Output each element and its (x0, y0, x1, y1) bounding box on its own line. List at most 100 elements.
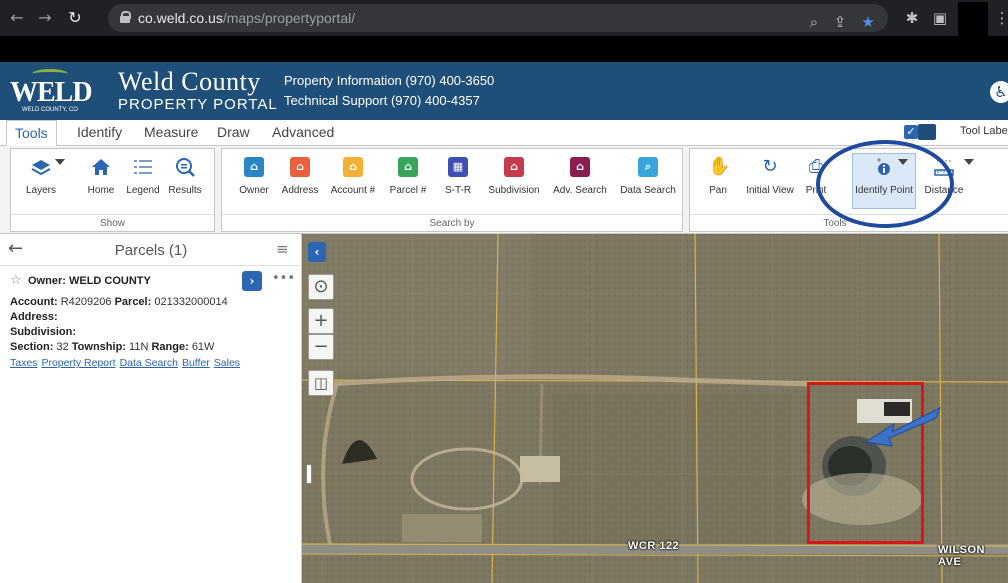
layers-label: Layers (25, 185, 56, 196)
tool-labels-checkbox[interactable]: ✓ (904, 125, 918, 139)
owner-search-icon: ⌂ (244, 157, 264, 177)
bookmarks-book-icon[interactable]: ◫ (308, 370, 334, 396)
account-parcel-line: Account: R4209206 Parcel: 021332000014 (10, 296, 228, 308)
tool-labels-toggle[interactable] (918, 124, 936, 140)
subdivision-search-button[interactable]: ⌂ Subdivision (486, 155, 542, 205)
home-icon (92, 159, 110, 175)
map-view[interactable]: ‹ ⊙ + − ◫ WCR 122 WILSON AVE (302, 234, 1008, 583)
layers-dropdown-icon[interactable] (55, 159, 65, 165)
extensions-icon[interactable]: ✱ (902, 8, 922, 28)
parcel-field-label: Parcel: (114, 296, 152, 308)
zoom-icon[interactable]: ⌕ (804, 12, 824, 32)
section-field-label: Section: (10, 341, 54, 353)
address-search-icon: ⌂ (290, 157, 310, 177)
panel-header: ← Parcels (1) ≡ (0, 234, 302, 266)
property-report-link[interactable]: Property Report (41, 357, 115, 369)
weld-county-logo[interactable]: WELD WELD COUNTY, CO (10, 69, 93, 115)
owner-value: WELD COUNTY (68, 275, 151, 287)
sales-link[interactable]: Sales (214, 357, 240, 369)
ribbon-tabs: Tools Identify Measure Draw Advanced ✓ T… (0, 120, 1008, 147)
zoom-out-button[interactable]: − (308, 334, 334, 360)
address-line: Address: (10, 311, 58, 323)
url-host: co.weld.co.us (138, 10, 223, 26)
reload-icon[interactable]: ↻ (64, 7, 86, 29)
legend-icon (134, 160, 152, 174)
panel-resize-handle[interactable] (306, 464, 312, 484)
search-by-group-label: Search by (429, 218, 475, 229)
app-header: WELD WELD COUNTY, CO Weld County PROPERT… (0, 62, 1008, 120)
group-divider (11, 214, 214, 215)
sidepanel-icon[interactable]: ▣ (930, 8, 950, 28)
adv-search-button[interactable]: ⌂ Adv. Search (552, 155, 608, 205)
portal-name: PROPERTY PORTAL (118, 96, 278, 113)
results-button[interactable]: Results (157, 155, 213, 205)
accessibility-icon[interactable]: ♿ (990, 81, 1008, 103)
address-bar[interactable]: co.weld.co.us/maps/propertyportal/ ⌕ ⇪ ★ (108, 4, 888, 32)
distance-dropdown-icon[interactable] (964, 159, 974, 165)
tools-group-label: Tools (823, 218, 847, 229)
collapse-panel-button[interactable]: ‹ (308, 242, 326, 262)
subdivision-search-icon: ⌂ (504, 157, 524, 177)
address-search-button[interactable]: ⌂ Address (272, 155, 328, 205)
parcel-search-icon: ⌂ (398, 157, 418, 177)
parcel-search-button[interactable]: ⌂ Parcel # (380, 155, 436, 205)
parcel-record: ☆ Owner: WELD COUNTY › ••• Account: R420… (0, 266, 302, 369)
range-field-label: Range: (151, 341, 189, 353)
township-value: 11N (129, 341, 149, 353)
share-icon[interactable]: ⇪ (830, 12, 850, 32)
parcel-value: 021332000014 (154, 296, 228, 308)
subdivision-field-label: Subdivision: (10, 326, 76, 338)
tab-measure[interactable]: Measure (144, 124, 198, 140)
lock-icon (120, 11, 131, 23)
locate-icon[interactable]: ⊙ (308, 274, 334, 300)
logo-text: WELD (10, 77, 93, 108)
forward-icon[interactable]: → (34, 7, 56, 29)
account-field-label: Account: (10, 296, 58, 308)
browser-menu-icon[interactable]: ⋮ (992, 8, 1008, 28)
panel-menu-icon[interactable]: ≡ (276, 240, 289, 258)
road-label-wilson-ave: WILSON AVE (938, 544, 985, 568)
logo-subtext: WELD COUNTY, CO (22, 107, 78, 113)
record-more-icon[interactable]: ••• (272, 271, 295, 286)
tab-tools[interactable]: Tools (6, 120, 57, 147)
address-field-label: Address: (10, 311, 58, 323)
favorite-star-icon[interactable]: ☆ (10, 273, 22, 288)
county-name: Weld County (118, 67, 261, 96)
str-line: Section: 32 Township: 11N Range: 61W (10, 341, 214, 353)
results-panel: ← Parcels (1) ≡ ☆ Owner: WELD COUNTY › •… (0, 234, 302, 583)
account-search-button[interactable]: ⌂ Account # (325, 155, 381, 205)
owner-field-label: Owner: (28, 275, 66, 287)
tool-labels-label: Tool Labels (960, 125, 1008, 137)
profile-avatar[interactable] (958, 2, 988, 36)
subdivision-line: Subdivision: (10, 326, 76, 338)
data-search-link[interactable]: Data Search (120, 357, 178, 369)
ribbon-group-search-by: ⌂ Owner ⌂ Address ⌂ Account # ⌂ Parcel #… (221, 148, 683, 232)
bookmark-star-icon[interactable]: ★ (858, 12, 878, 32)
url-text: co.weld.co.us/maps/propertyportal/ (138, 10, 355, 26)
tab-draw[interactable]: Draw (217, 124, 250, 140)
record-links: Taxes Property Report Data Search Buffer Sal… (10, 357, 244, 369)
str-search-icon: ▦ (448, 157, 468, 177)
ribbon-group-show: Layers Home Legend Results Show (10, 148, 215, 232)
account-value: R4209206 (60, 296, 112, 308)
url-path: /maps/propertyportal/ (222, 10, 356, 26)
panel-title: Parcels (1) (114, 242, 188, 259)
data-search-button[interactable]: ⌕ Data Search (620, 155, 676, 205)
back-icon[interactable]: ← (6, 7, 28, 29)
subdivision-label: Subdivision (488, 185, 540, 196)
buffer-link[interactable]: Buffer (182, 357, 210, 369)
initial-view-icon: ↻ (762, 156, 778, 177)
tab-identify[interactable]: Identify (77, 124, 122, 140)
range-value: 61W (191, 341, 215, 353)
tech-support-contact: Technical Support (970) 400-4357 (284, 93, 480, 108)
adv-search-label: Adv. Search (553, 185, 607, 196)
record-expand-button[interactable]: › (242, 271, 262, 291)
tab-advanced[interactable]: Advanced (272, 124, 334, 140)
str-search-button[interactable]: ▦ S-T-R (430, 155, 486, 205)
zoom-in-button[interactable]: + (308, 308, 334, 334)
taxes-link[interactable]: Taxes (10, 357, 37, 369)
annotation-arrow-icon (864, 406, 941, 447)
adv-search-icon: ⌂ (570, 157, 590, 177)
pan-button[interactable]: ✋ Pan (690, 155, 746, 205)
redacted-bar (0, 36, 1008, 62)
